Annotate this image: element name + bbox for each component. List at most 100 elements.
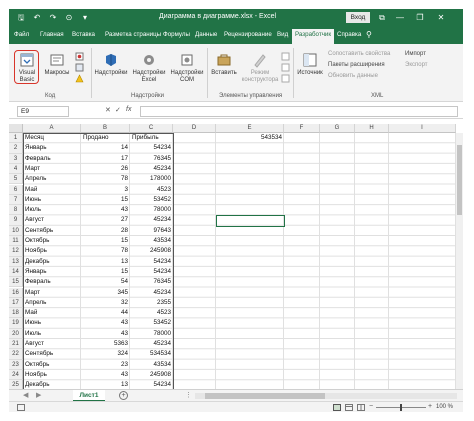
month-cell[interactable]: Сентябрь — [23, 349, 81, 359]
sold-cell[interactable]: 43 — [81, 318, 130, 328]
header-cell[interactable]: Месяц — [23, 133, 81, 143]
month-cell[interactable]: Июль — [23, 205, 81, 215]
zoom-level[interactable]: 100 % — [436, 404, 453, 410]
add-sheet-button[interactable]: + — [119, 391, 128, 400]
month-cell[interactable]: Март — [23, 288, 81, 298]
row-header[interactable]: 9 — [9, 215, 23, 226]
vertical-scroll-thumb[interactable] — [457, 145, 462, 215]
tab-formulas[interactable]: Формулы — [163, 31, 190, 38]
zoom-in-button[interactable]: + — [428, 403, 432, 410]
undo-icon[interactable]: ↶ — [31, 12, 43, 24]
profit-cell[interactable]: 45234 — [130, 164, 173, 174]
xml-source-button[interactable]: Источник — [295, 52, 325, 77]
ribbon-display-icon[interactable]: ⧉ — [375, 11, 389, 24]
macros-button[interactable]: Макросы — [43, 52, 71, 77]
sold-cell[interactable]: 15 — [81, 236, 130, 246]
month-cell[interactable]: Ноябрь — [23, 246, 81, 256]
row-header[interactable]: 23 — [9, 359, 23, 370]
properties-icon[interactable] — [281, 52, 290, 61]
profit-cell[interactable]: 534534 — [130, 349, 173, 359]
row-header[interactable]: 22 — [9, 349, 23, 360]
profit-cell[interactable]: 2355 — [130, 298, 173, 308]
row-header[interactable]: 19 — [9, 318, 23, 329]
sold-cell[interactable]: 324 — [81, 349, 130, 359]
tab-view[interactable]: Вид — [277, 31, 288, 38]
normal-view-icon[interactable] — [333, 404, 341, 411]
zoom-out-button[interactable]: − — [369, 403, 373, 410]
run-dialog-icon[interactable] — [281, 74, 290, 83]
profit-cell[interactable]: 245908 — [130, 370, 173, 380]
sold-cell[interactable]: 13 — [81, 257, 130, 267]
tab-page-layout[interactable]: Разметка страницы — [105, 31, 161, 38]
tab-review[interactable]: Рецензирование — [224, 31, 272, 38]
profit-cell[interactable]: 178000 — [130, 174, 173, 184]
row-header[interactable]: 10 — [9, 225, 23, 236]
profit-cell[interactable]: 54234 — [130, 143, 173, 153]
column-header[interactable]: A — [23, 124, 81, 133]
profit-cell[interactable]: 45234 — [130, 288, 173, 298]
relative-references-icon[interactable] — [75, 63, 84, 72]
profit-cell[interactable]: 245908 — [130, 246, 173, 256]
profit-cell[interactable]: 53452 — [130, 195, 173, 205]
month-cell[interactable]: Март — [23, 164, 81, 174]
sold-cell[interactable]: 345 — [81, 288, 130, 298]
sold-cell[interactable]: 15 — [81, 195, 130, 205]
profit-cell[interactable]: 78000 — [130, 205, 173, 215]
row-header[interactable]: 7 — [9, 194, 23, 206]
sold-cell[interactable]: 43 — [81, 205, 130, 215]
prev-sheet-icon[interactable]: ◀ — [23, 391, 28, 399]
next-sheet-icon[interactable]: ▶ — [36, 391, 41, 399]
row-header[interactable]: 21 — [9, 339, 23, 350]
record-macro-icon[interactable] — [75, 52, 84, 61]
month-cell[interactable]: Февраль — [23, 277, 81, 287]
column-header[interactable]: C — [130, 124, 173, 133]
save-icon[interactable]: 🖫 — [15, 12, 27, 24]
maximize-icon[interactable]: ❐ — [413, 11, 427, 24]
month-cell[interactable]: Февраль — [23, 154, 81, 164]
tab-insert[interactable]: Вставка — [72, 31, 95, 38]
sold-cell[interactable]: 28 — [81, 226, 130, 236]
profit-cell[interactable]: 76345 — [130, 154, 173, 164]
com-addins-button[interactable]: Надстройки COM — [169, 52, 205, 84]
sold-cell[interactable]: 26 — [81, 164, 130, 174]
header-cell[interactable]: Продано — [81, 133, 130, 143]
row-header[interactable]: 2 — [9, 143, 23, 154]
sold-cell[interactable]: 23 — [81, 360, 130, 370]
cancel-icon[interactable]: ✕ — [105, 106, 111, 114]
row-header[interactable]: 12 — [9, 246, 23, 257]
column-header[interactable]: E — [216, 124, 284, 133]
redo-icon[interactable]: ↷ — [47, 12, 59, 24]
column-header[interactable]: G — [320, 124, 355, 133]
row-header[interactable]: 15 — [9, 277, 23, 288]
row-header[interactable]: 5 — [9, 174, 23, 185]
sold-cell[interactable]: 54 — [81, 277, 130, 287]
row-header[interactable]: 16 — [9, 287, 23, 298]
month-cell[interactable]: Май — [23, 185, 81, 195]
vertical-scrollbar[interactable] — [456, 133, 463, 389]
tab-help[interactable]: Справка — [337, 31, 361, 38]
row-header[interactable]: 11 — [9, 236, 23, 247]
tab-home[interactable]: Главная — [40, 31, 64, 38]
column-header[interactable]: B — [81, 124, 130, 133]
row-header[interactable]: 18 — [9, 308, 23, 319]
refresh-data-button[interactable]: Обновить данные — [328, 72, 378, 81]
sold-cell[interactable]: 43 — [81, 329, 130, 339]
month-cell[interactable]: Июнь — [23, 318, 81, 328]
month-cell[interactable]: Август — [23, 339, 81, 349]
sold-cell[interactable]: 78 — [81, 174, 130, 184]
profit-cell[interactable]: 45234 — [130, 339, 173, 349]
row-header[interactable]: 1 — [9, 133, 23, 144]
tab-data[interactable]: Данные — [195, 31, 217, 38]
import-button[interactable]: Импорт — [405, 50, 426, 59]
expansion-packs-button[interactable]: Пакеты расширения — [328, 61, 385, 70]
month-cell[interactable]: Август — [23, 215, 81, 225]
sold-cell[interactable]: 78 — [81, 246, 130, 256]
select-all-button[interactable] — [9, 124, 23, 133]
month-cell[interactable]: Май — [23, 308, 81, 318]
profit-cell[interactable]: 54234 — [130, 267, 173, 277]
month-cell[interactable]: Октябрь — [23, 360, 81, 370]
row-header[interactable]: 17 — [9, 297, 23, 309]
sold-cell[interactable]: 27 — [81, 215, 130, 225]
view-code-icon[interactable] — [281, 63, 290, 72]
horizontal-scrollbar[interactable] — [195, 393, 457, 399]
